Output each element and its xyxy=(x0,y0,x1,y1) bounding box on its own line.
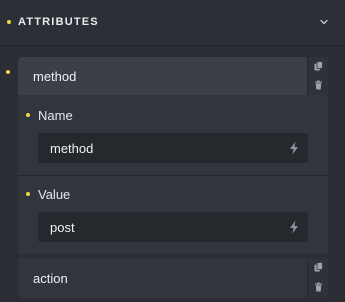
attribute-item-label: action xyxy=(33,271,68,286)
attribute-item-label: method xyxy=(33,69,77,84)
duplicate-icon[interactable] xyxy=(314,61,323,71)
dynamic-data-bolt-icon[interactable] xyxy=(289,141,299,155)
dynamic-data-bolt-icon[interactable] xyxy=(289,220,299,234)
changed-indicator-dot xyxy=(26,113,30,117)
duplicate-icon[interactable] xyxy=(314,262,323,272)
chevron-down-icon[interactable] xyxy=(317,15,331,29)
name-field-label: Name xyxy=(38,108,73,123)
changed-indicator-dot xyxy=(7,20,11,24)
delete-icon[interactable] xyxy=(314,282,323,292)
item-actions xyxy=(307,57,328,95)
attributes-section-header[interactable]: ATTRIBUTES xyxy=(0,0,345,46)
changed-indicator-dot xyxy=(26,192,30,196)
field-divider xyxy=(18,175,328,176)
section-title: ATTRIBUTES xyxy=(18,16,99,28)
attribute-item-action: action xyxy=(18,258,328,298)
item-actions xyxy=(307,258,328,298)
delete-icon[interactable] xyxy=(314,80,323,90)
attribute-item-method: method Name method Value post xyxy=(18,57,328,254)
value-field-label: Value xyxy=(38,187,71,202)
name-input-value: method xyxy=(50,141,94,156)
attribute-item-header[interactable]: action xyxy=(18,258,307,296)
name-input[interactable]: method xyxy=(38,133,308,163)
value-input[interactable]: post xyxy=(38,212,308,242)
changed-indicator-dot xyxy=(6,70,10,74)
value-input-value: post xyxy=(50,220,75,235)
attribute-item-header[interactable]: method xyxy=(18,57,307,95)
